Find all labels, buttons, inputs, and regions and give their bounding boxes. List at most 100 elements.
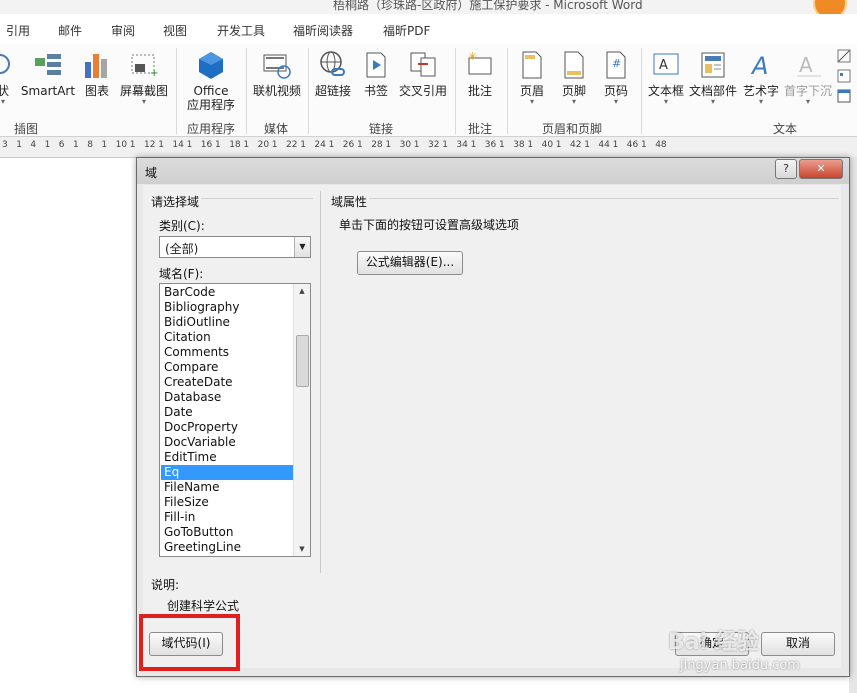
group-media: 媒体 [264,122,289,136]
ruler-tick: 34 [456,140,468,150]
field-list-item[interactable]: EditTime [161,450,295,465]
online-video-button[interactable]: 联机视频 [250,50,304,98]
ruler-tick: 4 [30,140,37,150]
ruler-tick: 26 [342,140,355,150]
group-comments: 批注 [468,122,493,136]
ruler-tick: 1 [73,140,79,150]
ruler-tick: 24 [314,140,326,150]
field-list-item[interactable]: Bibliography [161,300,295,315]
quick-parts-icon [698,50,728,80]
drop-cap-icon: A [793,50,823,80]
tab-developer[interactable]: 开发工具 [217,22,265,39]
field-list-item[interactable]: CreateDate [161,375,295,390]
field-list-item[interactable]: GoToButton [161,525,295,540]
field-list-item[interactable]: BidiOutline [161,315,295,330]
field-list-item[interactable]: Compare [161,360,295,375]
field-list-item[interactable]: FileSize [161,495,295,510]
svg-text:A: A [750,52,768,80]
field-list-item[interactable]: Citation [161,330,295,345]
formula-editor-button[interactable]: 公式编辑器(E)... [357,251,463,275]
page-number-button[interactable]: # 页码 ▾ [596,50,636,106]
header-button[interactable]: 页眉 ▾ [512,50,552,106]
dialog-titlebar[interactable]: 域 ? ✕ [137,158,849,184]
watermark-url: jingyan.baidu.com [680,658,800,673]
field-list-item[interactable]: FileName [161,480,295,495]
field-list-item[interactable]: Date [161,405,295,420]
ruler-tick: 1 [470,140,477,150]
field-list-item[interactable]: DocVariable [161,435,295,450]
ruler-tick: 1 [328,140,335,150]
ruler-tick: 22 [286,140,298,150]
ruler-tick: 3 [2,140,8,150]
field-list-item[interactable]: BarCode [161,285,295,300]
field-list-item[interactable]: Eq [161,465,295,480]
date-time-icon[interactable] [836,68,856,84]
ruler-tick: 1 [300,140,306,150]
dropdown-arrow-icon[interactable]: ▼ [294,237,310,257]
ruler-tick: 1 [527,140,534,150]
ruler-tick: 42 [570,140,582,150]
ruler-tick: 20 [257,140,270,150]
smartart-button[interactable]: SmartArt [20,50,76,98]
hyperlink-button[interactable]: 超链接 [312,50,354,98]
wordart-icon: A [746,50,776,80]
field-names-list[interactable]: BarCode Bibliography BidiOutline Citation Co… [159,283,311,557]
choose-field-heading: 请选择域 [151,195,200,209]
comment-button[interactable]: ✳ 批注 [460,50,500,98]
quick-parts-button[interactable]: 文档部件 ▾ [688,50,738,106]
scroll-thumb[interactable] [296,335,309,387]
tab-review[interactable]: 审阅 [111,22,135,39]
category-label: 类别(C): [159,219,205,233]
footer-button[interactable]: 页脚 ▾ [554,50,594,106]
group-header-footer: 页眉和页脚 [542,122,603,136]
drop-cap-button[interactable]: A 首字下沉 ▾ [783,50,833,106]
ruler-tick: 46 [626,140,639,150]
field-properties-heading: 域属性 [331,195,368,209]
ruler-tick: 30 [399,140,412,150]
group-apps: 应用程序 [187,122,236,136]
chart-button[interactable]: 图表 [82,50,112,98]
ruler-tick: 8 [87,140,93,150]
field-list-item[interactable]: DocProperty [161,420,295,435]
ruler-tick: 36 [484,140,497,150]
red-highlight-box [139,614,240,671]
office-apps-button[interactable]: Office 应用程序 [180,50,242,112]
cross-reference-button[interactable]: 交叉引用 [398,50,448,98]
textbox-button[interactable]: A 文本框 ▾ [646,50,686,106]
field-list-item[interactable]: Comments [161,345,295,360]
field-list-item[interactable]: Fill-in [161,510,295,525]
field-names-label: 域名(F): [159,267,204,281]
shapes-button[interactable]: 状 ▾ [0,50,14,106]
screenshot-icon: + [129,50,159,80]
list-scrollbar[interactable]: ▲ ▼ [293,284,310,556]
scroll-down-icon[interactable]: ▼ [294,542,310,556]
account-avatar-icon[interactable] [813,0,847,14]
advanced-options-hint: 单击下面的按钮可设置高级域选项 [339,218,520,232]
screenshot-button[interactable]: + 屏幕截图 ▾ [118,50,170,106]
category-dropdown[interactable]: (全部) ▼ [159,236,311,258]
object-icon[interactable] [836,88,856,104]
help-button[interactable]: ? [775,159,797,179]
field-list-item[interactable]: Database [161,390,295,405]
comment-icon: ✳ [465,50,495,80]
tab-foxit-reader[interactable]: 福昕阅读器 [293,22,353,39]
baidu-watermark: Bai 经验 [668,630,759,655]
signature-line-icon[interactable] [836,48,856,64]
ruler-tick: 6 [58,140,65,150]
tab-view[interactable]: 视图 [163,22,187,39]
field-list-item[interactable]: GreetingLine [161,540,295,555]
scroll-up-icon[interactable]: ▲ [294,284,310,298]
close-button[interactable]: ✕ [799,159,843,179]
description-text: 创建科学公式 [167,599,240,613]
tab-foxit-pdf[interactable]: 福昕PDF [383,22,430,39]
horizontal-ruler[interactable]: 3 1 4 1 6 1 8 1 10 1 12 1 14 1 16 1 18 1 20 1 22 1 24 1 26 1 28 1 30… [0,137,857,158]
ruler-tick: 18 [229,140,241,150]
cancel-button[interactable]: 取消 [761,632,835,656]
wordart-button[interactable]: A 艺术字 ▾ [740,50,782,106]
ruler-tick: 1 [584,140,590,150]
tab-references[interactable]: 引用 [6,22,30,39]
document-scrollbar[interactable] [849,157,857,693]
tab-mailings[interactable]: 邮件 [58,22,82,39]
ruler-tick: 44 [598,140,610,150]
bookmark-button[interactable]: 书签 [358,50,394,98]
